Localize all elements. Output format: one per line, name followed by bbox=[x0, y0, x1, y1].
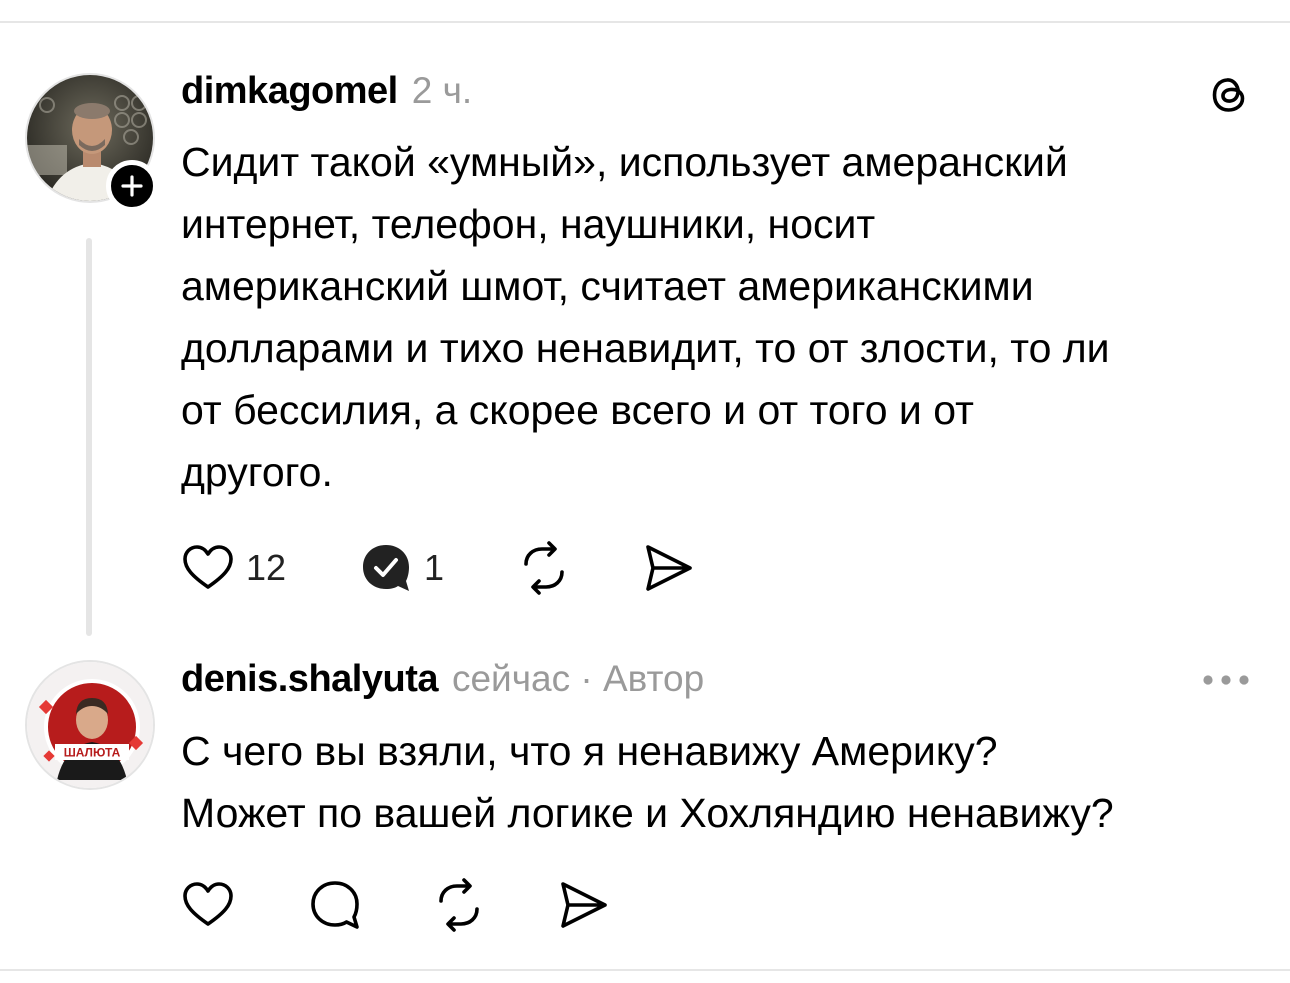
replied-comment-icon bbox=[363, 545, 410, 591]
repost-icon bbox=[524, 541, 564, 595]
reply-action-bar bbox=[180, 875, 611, 935]
reply-button[interactable] bbox=[307, 875, 363, 935]
thread-connector-line bbox=[86, 238, 92, 636]
share-button[interactable] bbox=[555, 875, 611, 935]
avatar-photo: ШАЛЮТА bbox=[27, 662, 153, 788]
post-action-bar: 12 1 bbox=[180, 538, 696, 598]
repost-icon bbox=[439, 878, 479, 932]
like-button[interactable]: 12 bbox=[180, 538, 286, 598]
heart-icon bbox=[183, 882, 233, 926]
reply-text: С чего вы взяли, что я ненавижу Америку?… bbox=[181, 728, 1114, 836]
like-button[interactable] bbox=[180, 875, 236, 935]
top-divider bbox=[0, 21, 1290, 23]
comment-icon bbox=[311, 881, 359, 929]
post-header: dimkagomel 2 ч. bbox=[181, 70, 472, 113]
reply-username[interactable]: denis.shalyuta bbox=[181, 658, 438, 701]
share-button[interactable] bbox=[640, 538, 696, 598]
send-icon bbox=[646, 545, 692, 591]
plus-icon bbox=[121, 175, 143, 197]
repost-button[interactable] bbox=[516, 538, 572, 598]
reply-count: 1 bbox=[424, 547, 445, 588]
post-text: Сидит такой «умный», использует амеранск… bbox=[181, 139, 1110, 495]
send-icon bbox=[561, 882, 607, 928]
bottom-divider bbox=[0, 969, 1290, 971]
more-options-icon[interactable] bbox=[1200, 670, 1252, 690]
reply-meta: сейчас · Автор bbox=[451, 658, 705, 699]
follow-button[interactable] bbox=[106, 160, 158, 212]
threads-logo-icon[interactable] bbox=[1205, 70, 1253, 118]
reply-header: denis.shalyuta сейчас · Автор bbox=[181, 658, 704, 701]
reply-button[interactable]: 1 bbox=[358, 538, 444, 598]
heart-icon bbox=[183, 545, 233, 589]
reply-avatar[interactable]: ШАЛЮТА bbox=[25, 660, 155, 790]
like-count: 12 bbox=[246, 547, 287, 588]
avatar-caption: ШАЛЮТА bbox=[64, 746, 121, 760]
post-username[interactable]: dimkagomel bbox=[181, 70, 398, 113]
repost-button[interactable] bbox=[431, 875, 487, 935]
post-timestamp[interactable]: 2 ч. bbox=[412, 70, 472, 112]
